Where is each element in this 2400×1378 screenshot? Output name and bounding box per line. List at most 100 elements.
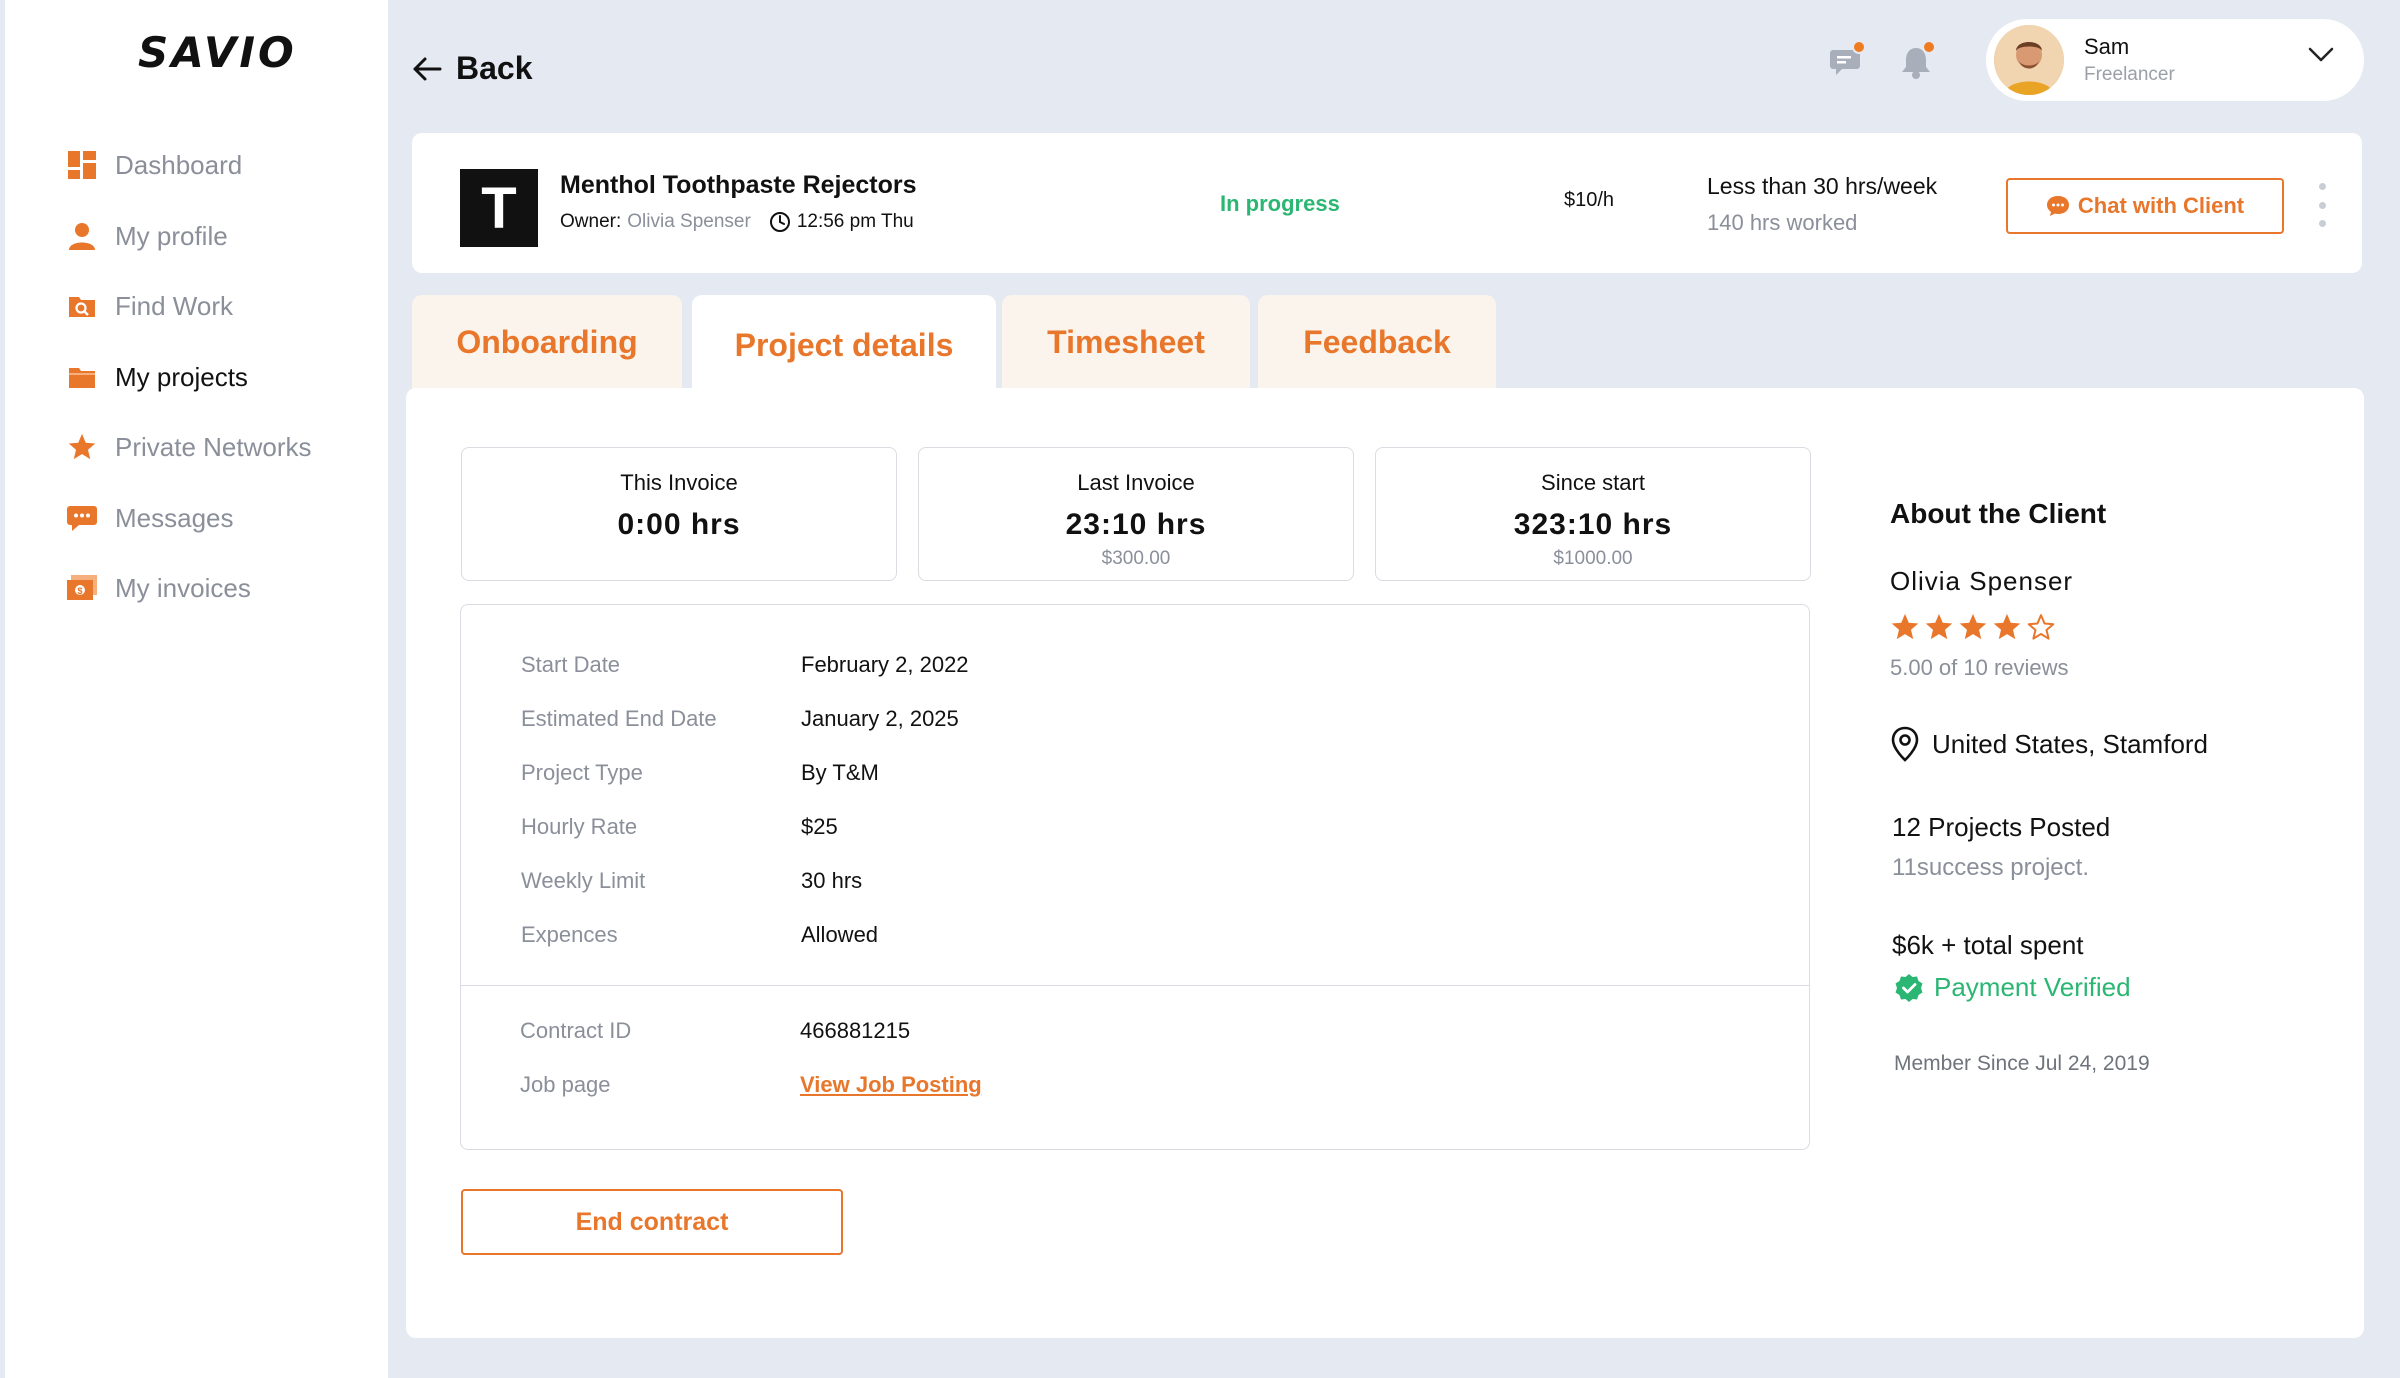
payment-verified-text: Payment Verified bbox=[1934, 972, 2131, 1002]
tab-project-details[interactable]: Project details bbox=[692, 295, 996, 395]
stat-label: Since start bbox=[1541, 470, 1645, 495]
more-options-button[interactable] bbox=[2316, 183, 2328, 227]
avatar bbox=[1994, 25, 2064, 95]
project-owner: Owner: Olivia Spenser 12:56 pm Thu bbox=[560, 211, 914, 233]
project-logo: T bbox=[460, 169, 538, 247]
back-label: Back bbox=[456, 50, 533, 86]
star-icon bbox=[67, 432, 97, 462]
project-header-card: T Menthol Toothpaste Rejectors Owner: Ol… bbox=[412, 133, 2362, 273]
stat-amount: $1000.00 bbox=[1553, 548, 1633, 569]
client-rating bbox=[1890, 612, 2060, 642]
back-button[interactable]: Back bbox=[412, 50, 533, 87]
verified-badge-icon bbox=[1895, 973, 1923, 1002]
client-location: United States, Stamford bbox=[1890, 726, 2208, 762]
detail-key: Weekly Limit bbox=[521, 868, 646, 893]
sidebar-item-messages[interactable]: Messages bbox=[67, 498, 234, 538]
status-badge: In progress bbox=[1220, 191, 1340, 216]
projects-posted: 12 Projects Posted bbox=[1892, 812, 2111, 842]
messages-button[interactable] bbox=[1830, 40, 1866, 82]
sidebar-item-my-profile[interactable]: My profile bbox=[67, 216, 228, 256]
detail-value: February 2, 2022 bbox=[801, 652, 969, 677]
detail-key: Estimated End Date bbox=[521, 706, 717, 731]
dashboard-icon bbox=[67, 150, 97, 180]
notifications-button[interactable] bbox=[1900, 40, 1936, 82]
sidebar-item-label: Find Work bbox=[115, 290, 233, 321]
sidebar-item-my-invoices[interactable]: $ My invoices bbox=[67, 568, 251, 608]
sidebar-item-label: Messages bbox=[115, 502, 234, 533]
success-projects: 11success project. bbox=[1892, 854, 2089, 881]
sidebar-item-label: My profile bbox=[115, 220, 228, 251]
stat-card-this-invoice: This Invoice 0:00 hrs bbox=[461, 447, 897, 581]
search-folder-icon bbox=[67, 291, 97, 321]
sidebar-item-dashboard[interactable]: Dashboard bbox=[67, 145, 242, 185]
sidebar-item-label: Private Networks bbox=[115, 431, 312, 462]
star-filled-icon bbox=[1993, 613, 2021, 640]
kebab-dot bbox=[2318, 201, 2326, 209]
owner-label: Owner: bbox=[560, 211, 622, 232]
detail-value: 30 hrs bbox=[801, 868, 863, 893]
view-job-posting-link[interactable]: View Job Posting bbox=[800, 1072, 982, 1098]
svg-text:$: $ bbox=[77, 586, 82, 596]
chat-with-client-button[interactable]: Chat with Client bbox=[2006, 178, 2284, 234]
detail-key: Job page bbox=[520, 1072, 611, 1097]
detail-value: By T&M bbox=[801, 760, 879, 785]
clock-icon bbox=[769, 212, 790, 232]
star-filled-icon bbox=[1925, 613, 1953, 640]
detail-key: Expences bbox=[521, 922, 618, 947]
sidebar-item-private-networks[interactable]: Private Networks bbox=[67, 427, 312, 467]
owner-name: Olivia Spenser bbox=[627, 211, 751, 232]
stat-label: Last Invoice bbox=[1077, 470, 1195, 495]
project-title: Menthol Toothpaste Rejectors bbox=[560, 171, 917, 199]
app-logo[interactable]: SAVIO bbox=[138, 28, 297, 77]
project-hours: Less than 30 hrs/week 140 hrs worked bbox=[1707, 173, 1937, 236]
star-empty-icon bbox=[2027, 614, 2055, 640]
divider bbox=[461, 985, 1809, 986]
project-time: 12:56 pm Thu bbox=[796, 211, 914, 232]
detail-key: Hourly Rate bbox=[521, 814, 638, 839]
sidebar-item-find-work[interactable]: Find Work bbox=[67, 286, 233, 326]
detail-value: Allowed bbox=[801, 922, 879, 947]
stat-card-since-start: Since start 323:10 hrs $1000.00 bbox=[1375, 447, 1811, 581]
stat-value: 0:00 hrs bbox=[617, 508, 741, 541]
kebab-dot bbox=[2318, 183, 2326, 190]
member-since: Member Since Jul 24, 2019 bbox=[1894, 1052, 2150, 1075]
invoice-icon: $ bbox=[67, 573, 97, 603]
detail-key: Project Type bbox=[521, 760, 643, 785]
project-rate: $10/h bbox=[1564, 189, 1615, 211]
user-menu[interactable]: Sam Freelancer bbox=[1986, 19, 2364, 101]
client-reviews: 5.00 of 10 reviews bbox=[1890, 655, 2069, 680]
tab-timesheet[interactable]: Timesheet bbox=[1002, 295, 1250, 389]
tab-onboarding[interactable]: Onboarding bbox=[412, 295, 682, 389]
user-icon bbox=[67, 221, 97, 251]
stat-amount: $300.00 bbox=[1101, 548, 1171, 569]
arrow-left-icon bbox=[413, 57, 442, 80]
hours-worked: 140 hrs worked bbox=[1707, 210, 1858, 235]
folder-icon bbox=[67, 362, 97, 392]
sidebar-item-label: Dashboard bbox=[115, 149, 243, 180]
tab-feedback[interactable]: Feedback bbox=[1258, 295, 1496, 389]
star-filled-icon bbox=[1959, 613, 1987, 640]
star-filled-icon bbox=[1891, 613, 1919, 640]
chat-button-label: Chat with Client bbox=[2077, 193, 2245, 218]
chevron-down-icon bbox=[2308, 47, 2334, 62]
detail-key: Contract ID bbox=[520, 1018, 632, 1043]
project-details-panel: This Invoice 0:00 hrs Last Invoice 23:10… bbox=[406, 388, 2364, 1338]
chat-icon bbox=[2046, 196, 2069, 216]
section-title: About the Client bbox=[1890, 498, 2107, 529]
sidebar-item-label: My projects bbox=[115, 361, 248, 392]
stat-card-last-invoice: Last Invoice 23:10 hrs $300.00 bbox=[918, 447, 1354, 581]
detail-value: $25 bbox=[801, 814, 838, 839]
payment-verified: Payment Verified bbox=[1894, 972, 2131, 1003]
stat-value: 323:10 hrs bbox=[1513, 508, 1673, 541]
end-contract-button[interactable]: End contract bbox=[461, 1189, 843, 1255]
detail-key: Start Date bbox=[521, 652, 621, 677]
user-role: Freelancer bbox=[2084, 64, 2175, 85]
sidebar-item-my-projects[interactable]: My projects bbox=[67, 357, 248, 397]
client-name: Olivia Spenser bbox=[1890, 566, 2074, 596]
unread-dot bbox=[1852, 40, 1866, 54]
user-name: Sam bbox=[2084, 34, 2130, 59]
total-spent: $6k + total spent bbox=[1892, 930, 2084, 960]
detail-value: 466881215 bbox=[800, 1018, 911, 1043]
detail-value: January 2, 2025 bbox=[801, 706, 959, 731]
hours-limit: Less than 30 hrs/week bbox=[1707, 173, 1938, 199]
